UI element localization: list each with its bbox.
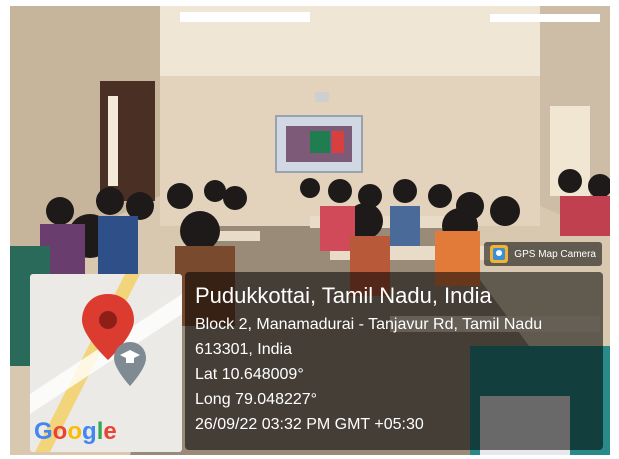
google-logo: Google (34, 418, 117, 445)
graduation-cap-icon (114, 342, 146, 386)
map-thumbnail: Google (30, 274, 182, 452)
app-name: GPS Map Camera (514, 248, 596, 260)
address-line-1: Block 2, Manamadurai - Tanjavur Rd, Tami… (195, 316, 543, 333)
location-title: Pudukkottai, Tamil Nadu, India (195, 283, 492, 308)
photo-frame: GPS Map Camera Pudukkottai, Tamil Nadu, … (10, 6, 610, 455)
gps-map-camera-icon (490, 245, 509, 263)
longitude-text: Long 79.048227° (195, 391, 318, 408)
address-line-2: 613301, India (195, 341, 292, 358)
latitude-text: Lat 10.648009° (195, 366, 304, 383)
timestamp-text: 26/09/22 03:32 PM GMT +05:30 (195, 416, 424, 433)
gps-camera-tag: GPS Map Camera (484, 242, 602, 266)
location-info-panel: Pudukkottai, Tamil Nadu, India Block 2, … (185, 272, 603, 450)
